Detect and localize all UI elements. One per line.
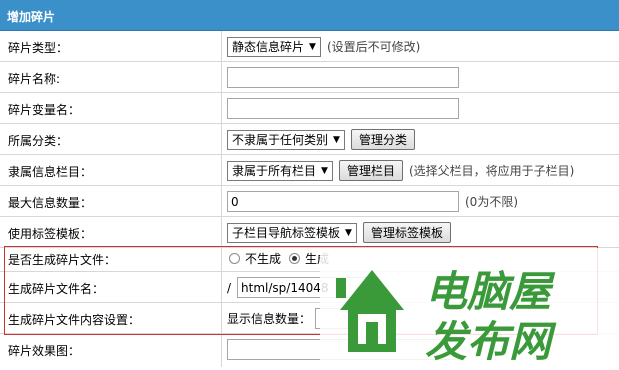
column-select[interactable]: 隶属于所有栏目 ▼ xyxy=(227,160,333,181)
row-fragment-var: 碎片变量名： xyxy=(0,93,619,124)
manage-category-button[interactable]: 管理分类 xyxy=(350,129,415,150)
column-label: 隶属信息栏目： xyxy=(8,165,93,179)
preview-label: 碎片效果图： xyxy=(8,344,81,358)
category-value: 不隶属于任何类别 xyxy=(232,133,329,147)
row-max-count: 最大信息数量： 0 (0为不限) xyxy=(0,186,619,217)
fragment-type-select[interactable]: 静态信息碎片 ▼ xyxy=(227,36,321,57)
form-title: 增加碎片 xyxy=(7,10,56,24)
max-count-hint: (0为不限) xyxy=(465,195,518,209)
fragment-var-input[interactable] xyxy=(227,98,459,119)
fragment-type-hint: (设置后不可修改) xyxy=(326,40,421,54)
tag-template-value: 子栏目导航标签模板 xyxy=(232,226,341,240)
manage-column-button[interactable]: 管理栏目 xyxy=(338,160,403,181)
category-select[interactable]: 不隶属于任何类别 ▼ xyxy=(227,129,345,150)
column-hint: (选择父栏目，将应用于子栏目) xyxy=(408,164,575,178)
row-fragment-type: 碎片类型： 静态信息碎片 ▼ (设置后不可修改) xyxy=(0,31,619,62)
house-logo-icon: 电脑屋 发布网 xyxy=(320,248,619,367)
row-column: 隶属信息栏目： 隶属于所有栏目 ▼ 管理栏目 (选择父栏目，将应用于子栏目) xyxy=(0,155,619,186)
column-value: 隶属于所有栏目 xyxy=(232,164,317,178)
fragment-name-input[interactable] xyxy=(227,67,459,88)
max-count-label: 最大信息数量： xyxy=(8,196,93,210)
watermark-logo: 电脑屋 发布网 xyxy=(320,248,619,367)
watermark-text-1: 电脑屋 xyxy=(425,267,556,316)
watermark-text-2: 发布网 xyxy=(425,317,557,366)
fragment-var-label: 碎片变量名： xyxy=(8,103,81,117)
fragment-type-label: 碎片类型： xyxy=(8,41,69,55)
tag-template-label: 使用标签模板： xyxy=(8,227,93,241)
dropdown-arrow-icon: ▼ xyxy=(345,227,352,238)
fragment-type-value: 静态信息碎片 xyxy=(232,40,305,54)
tag-template-select[interactable]: 子栏目导航标签模板 ▼ xyxy=(227,222,357,243)
dropdown-arrow-icon: ▼ xyxy=(321,165,328,176)
row-fragment-name: 碎片名称: xyxy=(0,62,619,93)
dropdown-arrow-icon: ▼ xyxy=(333,134,340,145)
category-label: 所属分类： xyxy=(8,134,69,148)
form-header: 增加碎片 xyxy=(0,0,619,31)
row-tag-template: 使用标签模板： 子栏目导航标签模板 ▼ 管理标签模板 xyxy=(0,217,619,248)
fragment-name-label: 碎片名称: xyxy=(8,72,61,86)
manage-tag-template-button[interactable]: 管理标签模板 xyxy=(362,222,451,243)
row-category: 所属分类： 不隶属于任何类别 ▼ 管理分类 xyxy=(0,124,619,155)
max-count-input[interactable]: 0 xyxy=(227,191,459,212)
dropdown-arrow-icon: ▼ xyxy=(309,41,316,52)
